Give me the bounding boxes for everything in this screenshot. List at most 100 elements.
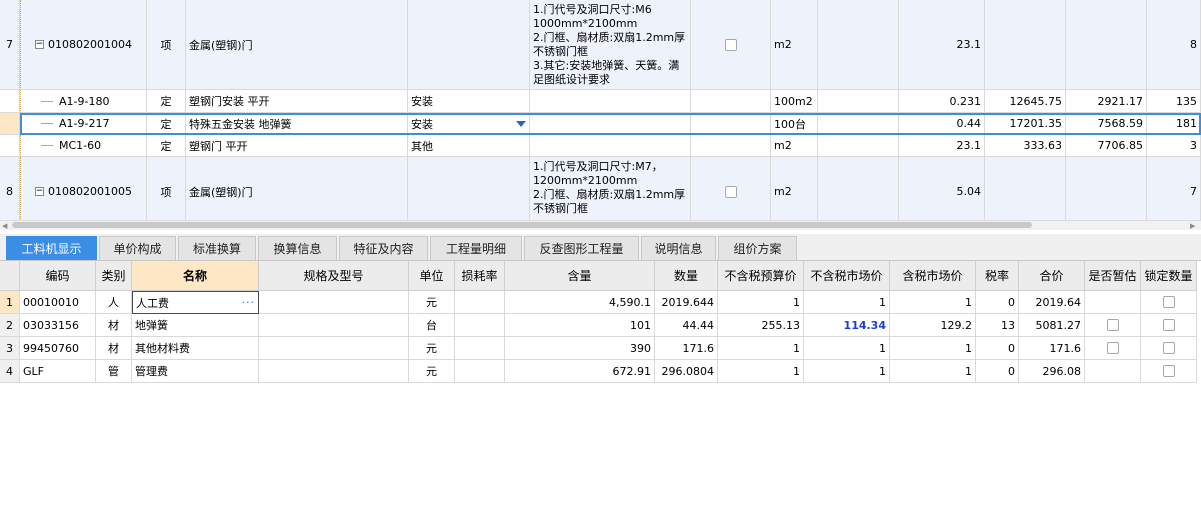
item-category-cell[interactable] [408,157,530,222]
collapse-icon[interactable]: − [35,187,44,196]
item-total-cell[interactable] [1066,157,1147,222]
resource-spec-cell[interactable] [259,360,409,383]
resource-code-cell[interactable]: GLF [20,360,96,383]
item-row[interactable]: 8 −010802001005 项 金属(塑钢)门 1.门代号及洞口尺寸:M7，1200… [0,157,1201,222]
resource-row[interactable]: 1 00010010 人 人工费 ··· 元 4,590.1 2019.644 1 1 1 0 2019… [0,291,1201,314]
resource-lock-cell[interactable] [1141,291,1197,314]
item-unit-cell[interactable]: m2 [771,135,818,157]
resource-unit-cell[interactable]: 台 [409,314,455,337]
column-header-name[interactable]: 名称 [132,261,259,291]
item-qty-cell[interactable]: 0.231 [899,90,985,113]
item-last-cell[interactable]: 3 [1147,135,1201,157]
item-unit-cell[interactable]: m2 [771,157,818,222]
resource-sum-cell[interactable]: 171.6 [1019,337,1085,360]
item-price-cell[interactable] [985,157,1066,222]
item-checkbox[interactable] [724,185,737,198]
resource-unit-cell[interactable]: 元 [409,360,455,383]
resource-tax-cell[interactable]: 0 [976,360,1019,383]
item-price-cell[interactable]: 17201.35 [985,113,1066,135]
resource-loss-cell[interactable] [455,337,505,360]
tab-5[interactable]: 特征及内容 [339,236,428,260]
item-total-cell[interactable]: 7706.85 [1066,135,1147,157]
item-checkbox-cell[interactable] [691,113,771,135]
resource-sum-cell[interactable]: 2019.64 [1019,291,1085,314]
item-category-cell[interactable] [408,0,530,90]
resource-market_tax-cell[interactable]: 129.2 [890,314,976,337]
tab-8[interactable]: 说明信息 [641,236,716,260]
item-checkbox-cell[interactable] [691,157,771,222]
item-qty-cell[interactable]: 23.1 [899,0,985,90]
item-empty-cell[interactable] [818,157,899,222]
resource-name-cell[interactable]: 地弹簧 [132,314,259,337]
resource-qty-cell[interactable]: 2019.644 [655,291,718,314]
item-total-cell[interactable]: 2921.17 [1066,90,1147,113]
column-header-market[interactable]: 不含税市场价 [804,261,890,291]
resource-spec-cell[interactable] [259,337,409,360]
tab-1[interactable]: 工料机显示 [6,236,97,260]
resource-spec-cell[interactable] [259,314,409,337]
horizontal-scrollbar[interactable]: ◀ ▶ [0,220,1201,230]
column-header-est[interactable]: 是否暂估 [1085,261,1141,291]
resource-tax-cell[interactable]: 0 [976,291,1019,314]
resource-spec-cell[interactable] [259,291,409,314]
estimate-checkbox[interactable] [1106,319,1119,331]
resource-market-cell[interactable]: 1 [804,291,890,314]
item-last-cell[interactable]: 135 [1147,90,1201,113]
item-category-cell[interactable]: 其他 [408,135,530,157]
resource-content-cell[interactable]: 101 [505,314,655,337]
resource-cat-cell[interactable]: 人 [96,291,132,314]
resource-loss-cell[interactable] [455,314,505,337]
item-checkbox-cell[interactable] [691,0,771,90]
column-header-sum[interactable]: 合价 [1019,261,1085,291]
item-desc-cell[interactable]: 1.门代号及洞口尺寸:M6 1000mm*2100mm 2.门框、扇材质:双扇1… [530,0,691,90]
estimate-checkbox[interactable] [1106,342,1119,354]
lock-quantity-checkbox[interactable] [1162,319,1175,331]
tab-4[interactable]: 换算信息 [258,236,337,260]
item-type-cell[interactable]: 项 [147,0,186,90]
resource-row[interactable]: 4 GLF 管 管理费 元 672.91 296.0804 1 1 1 0 296.08 [0,360,1201,383]
resource-row[interactable]: 3 99450760 材 其他材料费 元 390 171.6 1 1 1 0 171.6 [0,337,1201,360]
item-code-cell[interactable]: A1-9-217 [20,113,147,135]
column-header-no[interactable] [0,261,20,291]
column-header-market_tax[interactable]: 含税市场价 [890,261,976,291]
item-name-cell[interactable]: 特殊五金安装 地弹簧 [186,113,408,135]
item-desc-cell[interactable] [530,113,691,135]
resource-market_tax-cell[interactable]: 1 [890,291,976,314]
item-empty-cell[interactable] [818,113,899,135]
resource-budget-cell[interactable]: 1 [718,360,804,383]
lock-quantity-checkbox[interactable] [1162,296,1175,308]
tab-9[interactable]: 组价方案 [718,236,797,260]
resource-code-cell[interactable]: 00010010 [20,291,96,314]
resource-sum-cell[interactable]: 296.08 [1019,360,1085,383]
item-row[interactable]: A1-9-180 定 塑钢门安装 平开 安装 100m2 0.231 12645.75 292… [0,90,1201,113]
item-name-cell[interactable]: 塑钢门安装 平开 [186,90,408,113]
resource-row[interactable]: 2 03033156 材 地弹簧 台 101 44.44 255.13 114.34 129.2 1… [0,314,1201,337]
lock-quantity-checkbox[interactable] [1162,342,1175,354]
resource-budget-cell[interactable]: 1 [718,337,804,360]
item-name-cell[interactable]: 金属(塑钢)门 [186,157,408,222]
resource-name-cell[interactable]: 人工费 ··· [132,291,259,314]
item-name-cell[interactable]: 塑钢门 平开 [186,135,408,157]
item-unit-cell[interactable]: m2 [771,0,818,90]
resource-sum-cell[interactable]: 5081.27 [1019,314,1085,337]
column-header-budget[interactable]: 不含税预算价 [718,261,804,291]
column-header-lock[interactable]: 锁定数量 [1141,261,1197,291]
item-code-cell[interactable]: −010802001004 [20,0,147,90]
item-qty-cell[interactable]: 5.04 [899,157,985,222]
resource-qty-cell[interactable]: 44.44 [655,314,718,337]
collapse-icon[interactable]: − [35,40,44,49]
column-header-loss[interactable]: 损耗率 [455,261,505,291]
scroll-thumb[interactable] [12,222,1032,228]
resource-loss-cell[interactable] [455,291,505,314]
resource-qty-cell[interactable]: 171.6 [655,337,718,360]
resource-unit-cell[interactable]: 元 [409,291,455,314]
item-type-cell[interactable]: 定 [147,113,186,135]
resource-est-cell[interactable] [1085,360,1141,383]
column-header-content[interactable]: 含量 [505,261,655,291]
item-unit-cell[interactable]: 100台 [771,113,818,135]
item-price-cell[interactable]: 12645.75 [985,90,1066,113]
column-header-cat[interactable]: 类别 [96,261,132,291]
column-header-code[interactable]: 编码 [20,261,96,291]
column-header-unit[interactable]: 单位 [409,261,455,291]
resource-tax-cell[interactable]: 13 [976,314,1019,337]
